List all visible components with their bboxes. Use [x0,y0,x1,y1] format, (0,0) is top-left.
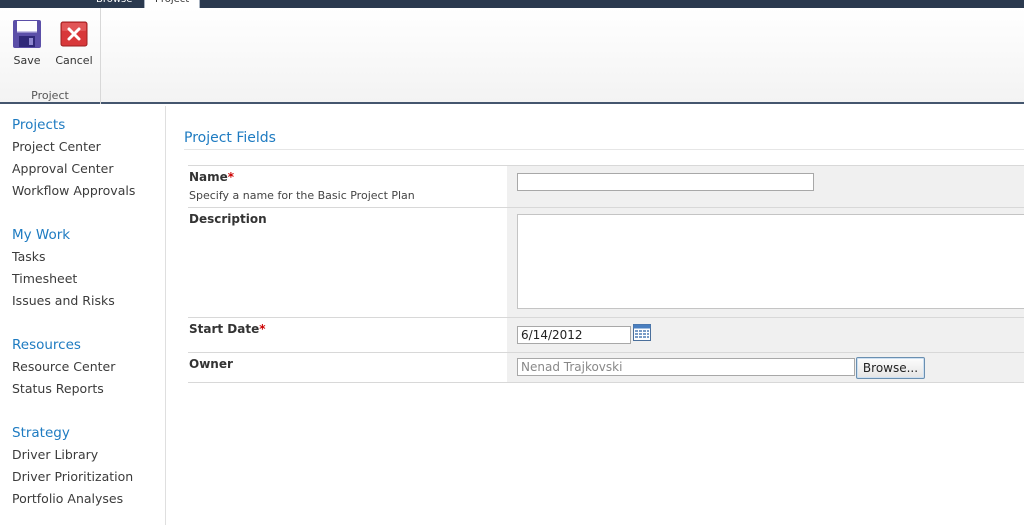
nav-item-workflow-approvals[interactable]: Workflow Approvals [12,180,165,202]
browse-button[interactable]: Browse... [856,357,925,379]
name-label-cell: Name* Specify a name for the Basic Proje… [188,166,506,207]
start-date-value-cell [507,318,1024,352]
owner-label: Owner [189,357,233,371]
cancel-label: Cancel [55,54,93,67]
required-marker: * [227,170,235,184]
ribbon: Save Cancel Project [0,8,1024,104]
page-title: Project Fields [184,130,276,146]
floppy-disk-icon [13,20,41,48]
name-input[interactable] [517,173,814,191]
ribbon-group-label: Project [31,89,69,102]
field-row-start-date: Start Date* [188,317,1024,352]
nav-item-approval-center[interactable]: Approval Center [12,158,165,180]
name-description: Specify a name for the Basic Project Pla… [189,189,415,202]
cancel-x-icon [60,21,88,47]
nav-item-tasks[interactable]: Tasks [12,246,165,268]
description-value-cell [507,208,1024,317]
nav-section-strategy: Strategy Driver Library Driver Prioritiz… [12,422,165,510]
nav-heading-resources[interactable]: Resources [12,334,165,356]
field-row-description: Description [188,207,1024,317]
title-divider [184,149,1024,150]
owner-value-cell: Browse... [507,353,1024,382]
nav-item-resource-center[interactable]: Resource Center [12,356,165,378]
nav-section-projects: Projects Project Center Approval Center … [12,114,165,202]
required-marker: * [259,322,266,336]
quick-launch-nav: Projects Project Center Approval Center … [0,106,166,525]
nav-item-timesheet[interactable]: Timesheet [12,268,165,290]
project-fields-form: Name* Specify a name for the Basic Proje… [188,165,1024,383]
nav-heading-projects[interactable]: Projects [12,114,165,136]
start-date-input[interactable] [517,326,631,344]
save-label: Save [13,54,41,67]
nav-heading-strategy[interactable]: Strategy [12,422,165,444]
cancel-button[interactable]: Cancel [54,18,94,74]
nav-item-driver-prioritization[interactable]: Driver Prioritization [12,466,165,488]
tab-project[interactable]: Project [144,0,200,8]
nav-item-project-center[interactable]: Project Center [12,136,165,158]
nav-heading-my-work[interactable]: My Work [12,224,165,246]
name-value-cell [507,166,1024,207]
description-label: Description [189,212,267,226]
description-textarea[interactable] [517,214,1024,309]
calendar-icon[interactable] [633,324,651,341]
top-bar: Browse Project [0,0,1024,8]
save-button[interactable]: Save [7,18,47,74]
name-label: Name* [189,170,505,184]
nav-item-status-reports[interactable]: Status Reports [12,378,165,400]
name-label-text: Name [189,170,228,184]
main-content: Project Fields Name* Specify a name for … [184,106,1024,383]
owner-input[interactable] [517,358,855,376]
start-date-label-cell: Start Date* [188,318,506,352]
nav-item-portfolio-analyses[interactable]: Portfolio Analyses [12,488,165,510]
start-date-label-text: Start Date [189,322,260,336]
nav-item-issues-and-risks[interactable]: Issues and Risks [12,290,165,312]
nav-item-driver-library[interactable]: Driver Library [12,444,165,466]
nav-section-resources: Resources Resource Center Status Reports [12,334,165,400]
ribbon-group-project: Save Cancel Project [0,8,101,104]
owner-label-cell: Owner [188,353,506,382]
tab-browse[interactable]: Browse [86,0,142,8]
description-label-cell: Description [188,208,506,317]
start-date-label: Start Date* [189,322,505,336]
nav-section-my-work: My Work Tasks Timesheet Issues and Risks [12,224,165,312]
field-row-name: Name* Specify a name for the Basic Proje… [188,165,1024,207]
field-row-owner: Owner Browse... [188,352,1024,383]
